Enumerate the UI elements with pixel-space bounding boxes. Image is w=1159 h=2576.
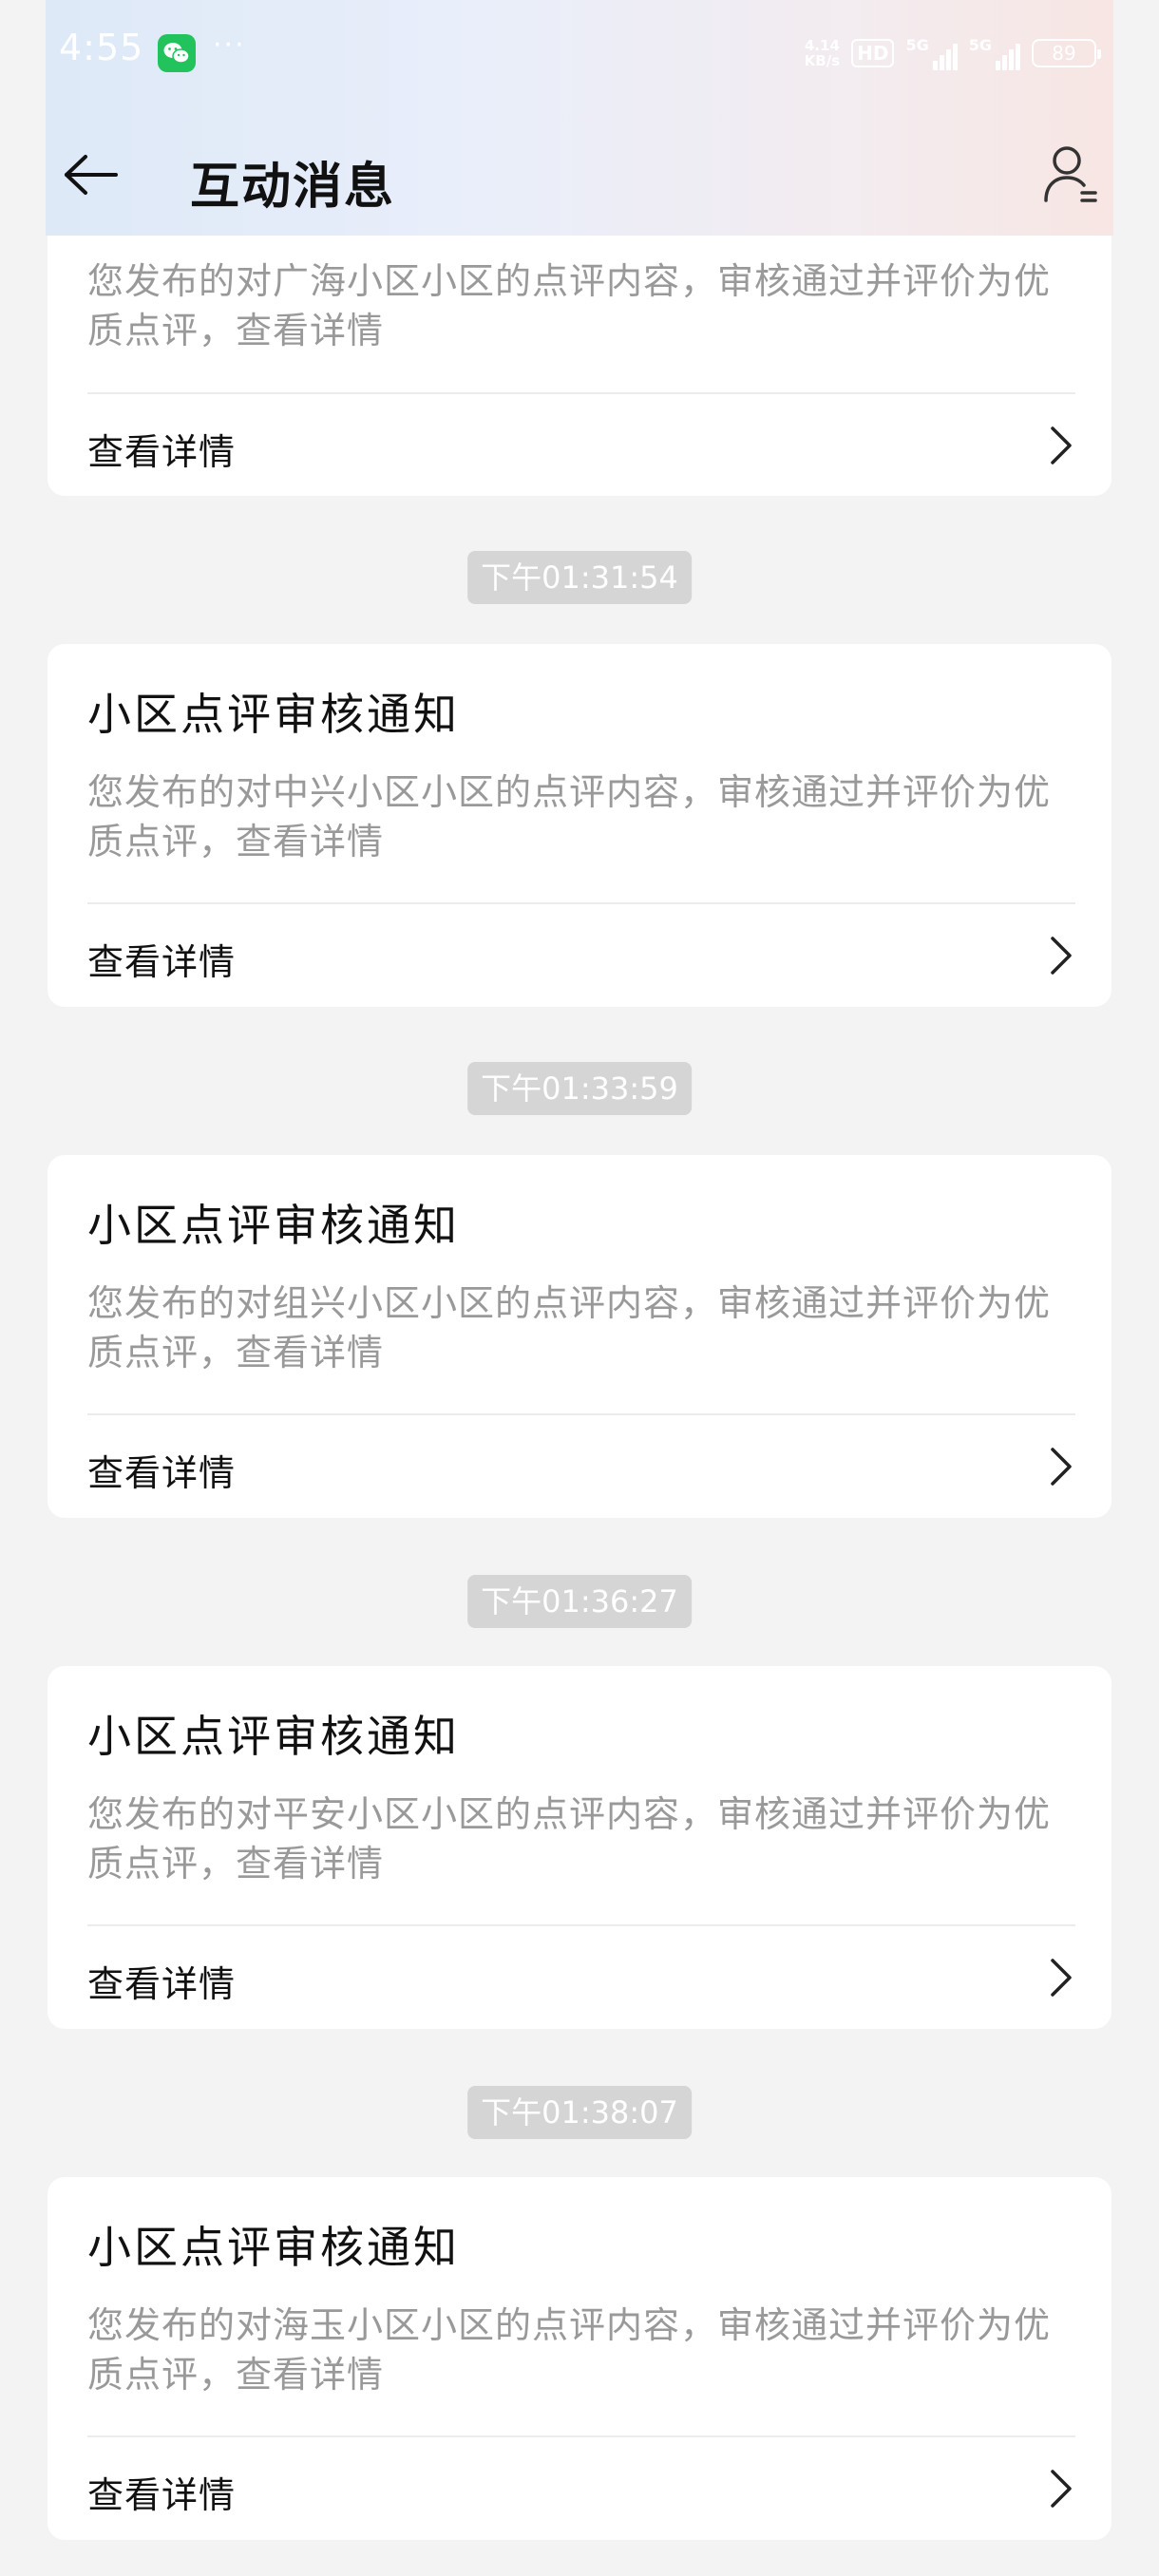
view-details-link[interactable]: 查看详情 xyxy=(48,1415,1112,1518)
profile-settings-button[interactable] xyxy=(1037,141,1104,209)
message-description: 您发布的对海玉小区小区的点评内容，审核通过并评价为优质点评，查看详情 xyxy=(87,2304,1052,2396)
view-details-link[interactable]: 查看详情 xyxy=(48,1926,1112,2029)
title-bar: 互动消息 xyxy=(46,123,1113,228)
message-description: 您发布的对平安小区小区的点评内容，审核通过并评价为优质点评，查看详情 xyxy=(87,1793,1052,1885)
message-description: 您发布的对中兴小区小区的点评内容，审核通过并评价为优质点评，查看详情 xyxy=(87,771,1052,862)
message-title: 小区点评审核通知 xyxy=(87,1711,460,1762)
message-description: 您发布的对组兴小区小区的点评内容，审核通过并评价为优质点评，查看详情 xyxy=(87,1282,1052,1373)
message-timestamp: 下午01:38:07 xyxy=(467,2086,692,2139)
chevron-right-icon xyxy=(1051,2470,1072,2508)
message-card[interactable]: 小区点评审核通知 您发布的对组兴小区小区的点评内容，审核通过并评价为优质点评，查… xyxy=(48,1155,1112,1518)
view-details-label: 查看详情 xyxy=(87,431,237,473)
battery-icon: 89 xyxy=(1032,39,1101,67)
hd-voice-icon: HD xyxy=(851,39,895,67)
status-bar: 4:55 ··· 4.14 KB/s HD 5G 5G 89 xyxy=(46,0,1113,104)
view-details-link[interactable]: 查看详情 xyxy=(48,394,1112,497)
battery-level: 89 xyxy=(1052,42,1076,65)
back-button[interactable] xyxy=(61,144,122,205)
message-title: 小区点评审核通知 xyxy=(87,1200,460,1251)
chevron-right-icon xyxy=(1051,426,1072,464)
wechat-icon xyxy=(158,34,196,72)
chevron-right-icon xyxy=(1051,1959,1072,1997)
status-icons: 4.14 KB/s HD 5G 5G 89 xyxy=(804,32,1101,74)
message-card[interactable]: 小区点评审核通知 您发布的对海玉小区小区的点评内容，审核通过并评价为优质点评，查… xyxy=(48,2177,1112,2540)
signal-icon: 5G xyxy=(969,36,1020,70)
page-title: 互动消息 xyxy=(190,159,396,216)
status-time: 4:55 xyxy=(59,27,144,68)
view-details-label: 查看详情 xyxy=(87,1963,237,2005)
message-description: 您发布的对广海小区小区的点评内容，审核通过并评价为优质点评，查看详情 xyxy=(87,260,1052,351)
message-card[interactable]: 小区点评审核通知 您发布的对中兴小区小区的点评内容，审核通过并评价为优质点评，查… xyxy=(48,644,1112,1007)
view-details-label: 查看详情 xyxy=(87,941,237,983)
message-timestamp: 下午01:33:59 xyxy=(467,1062,692,1115)
message-card[interactable]: 小区点评审核通知 您发布的对平安小区小区的点评内容，审核通过并评价为优质点评，查… xyxy=(48,1666,1112,2029)
user-settings-icon xyxy=(1044,146,1097,202)
screen: 您发布的对广海小区小区的点评内容，审核通过并评价为优质点评，查看详情 查看详情 … xyxy=(0,0,1159,2576)
more-notifications-indicator: ··· xyxy=(213,28,246,62)
message-title: 小区点评审核通知 xyxy=(87,2222,460,2273)
app-header: 4:55 ··· 4.14 KB/s HD 5G 5G 89 互动消息 xyxy=(46,0,1113,236)
network-speed: 4.14 KB/s xyxy=(804,37,841,69)
chevron-right-icon xyxy=(1051,1448,1072,1486)
arrow-left-icon xyxy=(65,155,118,195)
message-title: 小区点评审核通知 xyxy=(87,689,460,740)
view-details-label: 查看详情 xyxy=(87,2474,237,2516)
signal-icon: 5G xyxy=(905,36,958,70)
view-details-link[interactable]: 查看详情 xyxy=(48,904,1112,1007)
view-details-link[interactable]: 查看详情 xyxy=(48,2437,1112,2540)
view-details-label: 查看详情 xyxy=(87,1452,237,1494)
message-timestamp: 下午01:36:27 xyxy=(467,1575,692,1628)
message-timestamp: 下午01:31:54 xyxy=(467,551,692,604)
chevron-right-icon xyxy=(1051,937,1072,975)
